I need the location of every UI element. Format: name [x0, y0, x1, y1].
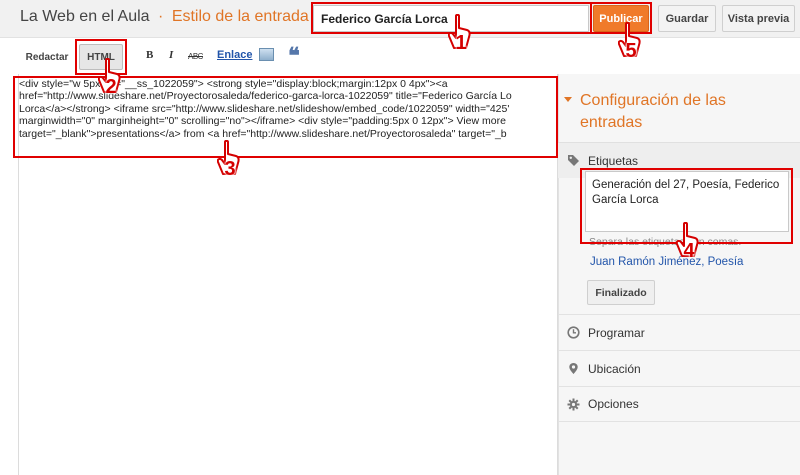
title-separator: ·	[158, 8, 164, 25]
html-code[interactable]: <div style="w 5px" id="__ss_1022059"> <s…	[19, 78, 557, 150]
gear-icon	[566, 397, 580, 411]
editor-toolbar: Redactar HTML B I ABC Enlace ❝	[0, 39, 800, 73]
link-button[interactable]: Enlace	[217, 49, 252, 61]
blog-name: La Web en el Aula	[20, 8, 150, 25]
options-section[interactable]: Opciones	[558, 386, 800, 422]
caret-down-icon[interactable]	[564, 97, 572, 102]
labels-hint: Separa las etiquetas con comas.	[589, 236, 742, 248]
code-line: target="_blank">presentations</a> from <…	[19, 127, 507, 140]
code-line: Lorca</a></strong> <iframe src="http://w…	[19, 102, 510, 115]
done-button[interactable]: Finalizado	[587, 280, 655, 305]
quote-icon[interactable]: ❝	[288, 43, 300, 69]
clock-icon	[566, 326, 580, 340]
schedule-section[interactable]: Programar	[558, 314, 800, 350]
labels-input[interactable]: Generación del 27, Poesía, Federico Garc…	[585, 171, 789, 232]
save-button[interactable]: Guardar	[658, 5, 716, 32]
tab-html[interactable]: HTML	[79, 44, 123, 70]
tag-icon	[566, 154, 580, 168]
location-label: Ubicación	[588, 361, 641, 376]
schedule-label: Programar	[588, 325, 645, 340]
label-suggestions[interactable]: Juan Ramón Jiménez, Poesía	[590, 256, 743, 268]
code-line: href="http://www.slideshare.net/Proyecto…	[19, 90, 512, 103]
tab-compose[interactable]: Redactar	[18, 44, 76, 70]
code-line: marginwidth="0" marginheight="0" scrolli…	[19, 115, 506, 128]
options-label: Opciones	[588, 397, 639, 411]
preview-button[interactable]: Vista previa	[722, 5, 795, 32]
post-state: Estilo de la entrada	[171, 8, 309, 25]
labels-heading: Etiquetas	[588, 153, 639, 168]
code-line: <div style="w 5px" id="__ss_1022059"> <s…	[19, 78, 448, 90]
post-title-input[interactable]	[313, 5, 589, 32]
settings-panel-title: Configuración de las entradas	[580, 92, 726, 131]
location-pin-icon	[566, 362, 580, 376]
strikethrough-icon[interactable]: ABC	[188, 52, 203, 61]
publish-button[interactable]: Publicar	[593, 5, 649, 32]
image-icon[interactable]	[259, 48, 274, 61]
italic-icon[interactable]: I	[169, 49, 173, 61]
bold-icon[interactable]: B	[146, 49, 153, 61]
location-section[interactable]: Ubicación	[558, 350, 800, 386]
blog-title[interactable]: La Web en el Aula · Estilo de la entrada	[20, 8, 309, 26]
